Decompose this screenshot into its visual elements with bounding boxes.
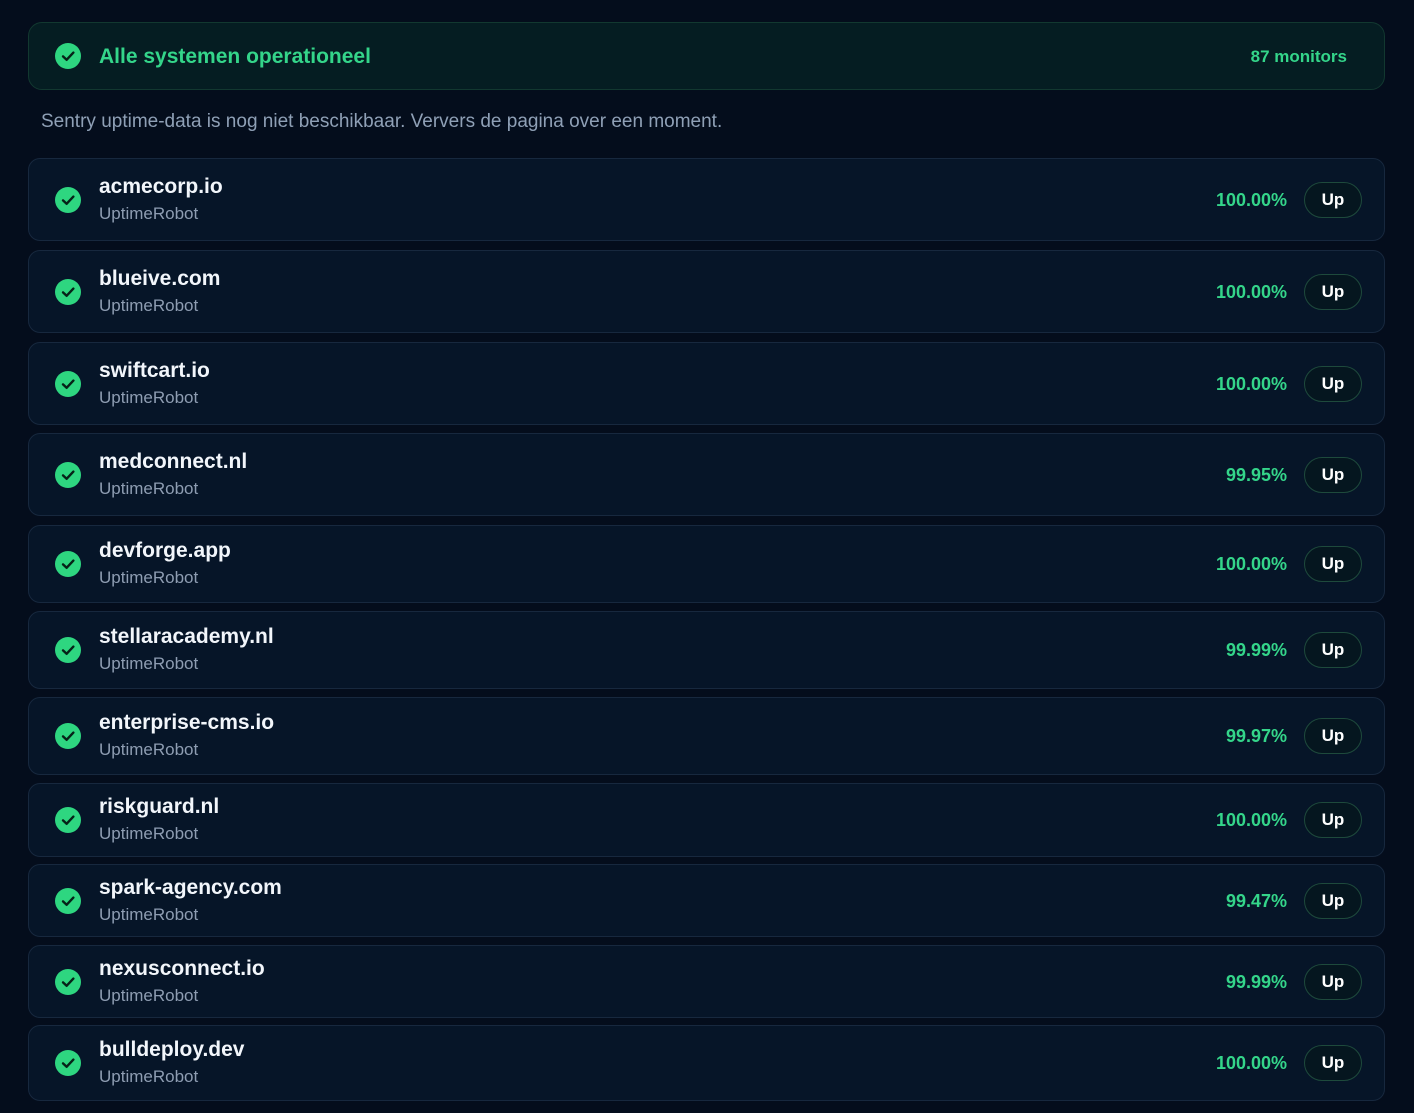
check-circle-icon <box>55 278 81 305</box>
monitor-name: blueive.com <box>99 266 221 290</box>
uptime-percentage: 100.00% <box>1215 281 1287 302</box>
uptime-percentage: 99.97% <box>1225 726 1287 746</box>
status-badge-button[interactable]: Up <box>1304 632 1362 668</box>
monitor-row[interactable]: medconnect.nl UptimeRobot 99.95% Up <box>28 433 1385 516</box>
check-circle-icon <box>55 968 81 995</box>
uptime-percentage: 100.00% <box>1215 810 1287 830</box>
monitor-row[interactable]: enterprise-cms.io UptimeRobot 99.97% Up <box>28 697 1385 775</box>
monitor-name: medconnect.nl <box>99 449 248 473</box>
monitor-source: UptimeRobot <box>99 985 199 1005</box>
status-badge-button[interactable]: Up <box>1304 456 1362 493</box>
check-circle-icon <box>55 370 81 397</box>
monitor-row[interactable]: devforge.app UptimeRobot 100.00% Up <box>28 525 1385 603</box>
monitor-source: UptimeRobot <box>99 904 199 924</box>
uptime-percentage: 99.99% <box>1225 640 1287 660</box>
monitor-name: spark-agency.com <box>99 875 282 899</box>
monitor-source: UptimeRobot <box>99 478 199 498</box>
monitor-name: nexusconnect.io <box>99 956 265 980</box>
status-badge-button[interactable]: Up <box>1304 181 1362 218</box>
status-badge-button[interactable]: Up <box>1304 882 1362 919</box>
monitor-row[interactable]: riskguard.nl UptimeRobot 100.00% Up <box>28 783 1385 857</box>
monitor-name: devforge.app <box>99 539 231 562</box>
status-badge-button[interactable]: Up <box>1304 1045 1362 1081</box>
status-badge-button[interactable]: Up <box>1304 963 1362 1000</box>
monitor-list: acmecorp.io UptimeRobot 100.00% Up blueive.c… <box>0 0 1414 1113</box>
monitor-source: UptimeRobot <box>99 824 199 843</box>
monitor-source: UptimeRobot <box>99 1067 199 1086</box>
monitor-name: riskguard.nl <box>99 795 220 818</box>
monitor-name: swiftcart.io <box>99 358 210 382</box>
monitor-name: acmecorp.io <box>99 174 223 198</box>
uptime-percentage: 100.00% <box>1215 373 1287 394</box>
monitor-source: UptimeRobot <box>99 203 199 223</box>
check-circle-icon <box>55 637 81 663</box>
status-badge-button[interactable]: Up <box>1304 273 1362 310</box>
status-badge-button[interactable]: Up <box>1304 718 1362 754</box>
monitor-row[interactable]: nexusconnect.io UptimeRobot 99.99% Up <box>28 945 1385 1018</box>
uptime-percentage: 100.00% <box>1215 554 1287 574</box>
check-circle-icon <box>55 461 81 488</box>
check-circle-icon <box>55 723 81 749</box>
monitor-row[interactable]: spark-agency.com UptimeRobot 99.47% Up <box>28 864 1385 937</box>
monitor-row[interactable]: stellaracademy.nl UptimeRobot 99.99% Up <box>28 611 1385 689</box>
monitor-name: bulldeploy.dev <box>99 1038 245 1061</box>
status-badge-button[interactable]: Up <box>1304 365 1362 402</box>
monitor-source: UptimeRobot <box>99 568 199 587</box>
monitor-name: stellaracademy.nl <box>99 625 274 648</box>
uptime-percentage: 99.47% <box>1225 890 1287 911</box>
uptime-percentage: 100.00% <box>1215 189 1287 210</box>
check-circle-icon <box>55 807 81 833</box>
status-badge-button[interactable]: Up <box>1304 546 1362 582</box>
monitor-row[interactable]: swiftcart.io UptimeRobot 100.00% Up <box>28 342 1385 425</box>
uptime-percentage: 100.00% <box>1215 1053 1287 1073</box>
check-circle-icon <box>55 551 81 577</box>
uptime-percentage: 99.95% <box>1225 464 1287 485</box>
monitor-source: UptimeRobot <box>99 740 199 759</box>
monitor-row[interactable]: bulldeploy.dev UptimeRobot 100.00% Up <box>28 1025 1385 1101</box>
check-circle-icon <box>55 1050 81 1076</box>
status-badge-button[interactable]: Up <box>1304 802 1362 838</box>
monitor-row[interactable]: blueive.com UptimeRobot 100.00% Up <box>28 250 1385 333</box>
uptime-percentage: 99.99% <box>1225 971 1287 992</box>
monitor-source: UptimeRobot <box>99 654 199 673</box>
check-circle-icon <box>55 186 81 213</box>
monitor-source: UptimeRobot <box>99 295 199 315</box>
monitor-name: enterprise-cms.io <box>99 711 275 734</box>
monitor-source: UptimeRobot <box>99 387 199 407</box>
monitor-row[interactable]: acmecorp.io UptimeRobot 100.00% Up <box>28 158 1385 241</box>
check-circle-icon <box>55 887 81 914</box>
